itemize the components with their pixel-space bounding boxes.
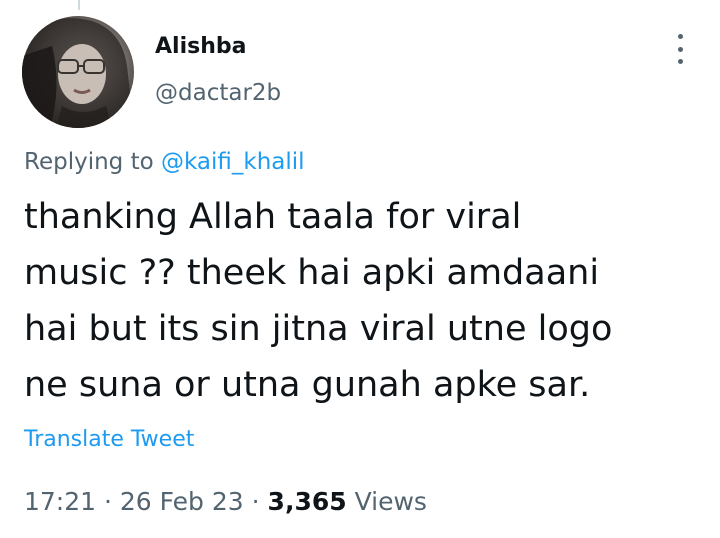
tweet-text-line: thanking Allah taala for viral (24, 197, 522, 237)
tweet-detail: Alishba @dactar2b Replying to @kaifi_kha… (0, 0, 720, 538)
tweet-metadata: 17:21 · 26 Feb 23 · 3,365 Views (24, 487, 427, 516)
avatar[interactable] (22, 16, 134, 128)
tweet-text-line: music ?? theek hai apki amdaani (24, 253, 600, 293)
more-vertical-icon-dot (677, 46, 683, 52)
translate-tweet-link[interactable]: Translate Tweet (24, 427, 194, 452)
author-display-name[interactable]: Alishba (155, 34, 246, 59)
replying-to-prefix: Replying to (24, 149, 154, 175)
tweet-time-link[interactable]: 17:21 (24, 487, 96, 516)
avatar-photo (22, 18, 134, 128)
more-options-button[interactable] (668, 34, 692, 64)
views-count: 3,365 (267, 487, 347, 516)
more-vertical-icon (677, 34, 683, 39)
meta-separator: · (104, 487, 112, 516)
replying-to-line: Replying to @kaifi_khalil (24, 149, 305, 175)
meta-separator: · (251, 487, 260, 516)
tweet-text-line: hai but its sin jitna viral utne logo (24, 309, 613, 349)
more-vertical-icon-dot (677, 59, 683, 64)
replying-to-mention-link[interactable]: @kaifi_khalil (161, 149, 305, 175)
views-label: Views (354, 487, 427, 516)
tweet-text: thanking Allah taala for viral music ?? … (24, 189, 704, 413)
thread-connector-line (78, 0, 80, 10)
tweet-date-link[interactable]: 26 Feb 23 (120, 487, 244, 516)
tweet-text-line: ne suna or utna gunah apke sar. (24, 365, 591, 405)
author-handle[interactable]: @dactar2b (155, 80, 281, 106)
